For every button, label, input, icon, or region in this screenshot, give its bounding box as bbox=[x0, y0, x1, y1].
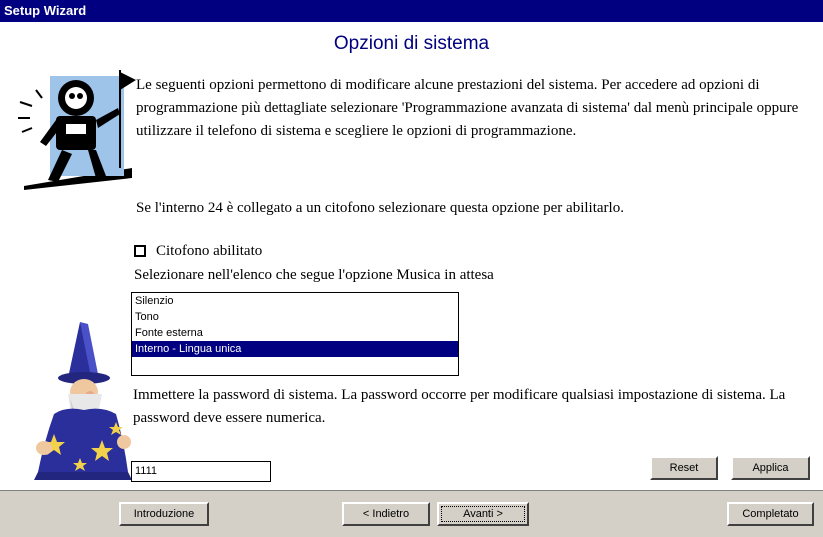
intercom-checkbox-label[interactable]: Citofono abilitato bbox=[156, 243, 262, 260]
intercom-note: Se l'interno 24 è collegato a un citofon… bbox=[136, 200, 624, 216]
back-button[interactable]: < Indietro bbox=[342, 502, 430, 526]
page-heading: Opzioni di sistema bbox=[333, 33, 490, 54]
intro-text: Le seguenti opzioni permettono di modifi… bbox=[136, 77, 799, 139]
music-on-hold-label: Selezionare nell'elenco che segue l'opzi… bbox=[134, 267, 494, 283]
wizard-character-icon bbox=[34, 322, 132, 480]
intercom-checkbox-row[interactable]: Citofono abilitato bbox=[134, 242, 262, 260]
window-title: Setup Wizard bbox=[4, 3, 87, 18]
finish-button[interactable]: Completato bbox=[727, 502, 814, 526]
list-item[interactable]: Fonte esterna bbox=[132, 325, 458, 341]
window-title-bar: Setup Wizard bbox=[0, 0, 823, 22]
intercom-checkbox[interactable] bbox=[134, 245, 146, 257]
astronaut-flag-icon bbox=[18, 70, 136, 190]
reset-button[interactable]: Reset bbox=[650, 456, 718, 480]
password-note: Immettere la password di sistema. La pas… bbox=[133, 387, 786, 426]
apply-button[interactable]: Applica bbox=[731, 456, 810, 480]
list-item[interactable]: Silenzio bbox=[132, 293, 458, 309]
list-item-selected[interactable]: Interno - Lingua unica bbox=[132, 341, 458, 357]
next-button[interactable]: Avanti > bbox=[437, 502, 529, 526]
password-input[interactable]: 1111 bbox=[131, 461, 271, 482]
music-on-hold-listbox[interactable]: Silenzio Tono Fonte esterna Interno - Li… bbox=[131, 292, 459, 376]
list-item[interactable]: Tono bbox=[132, 309, 458, 325]
introduction-button[interactable]: Introduzione bbox=[119, 502, 209, 526]
